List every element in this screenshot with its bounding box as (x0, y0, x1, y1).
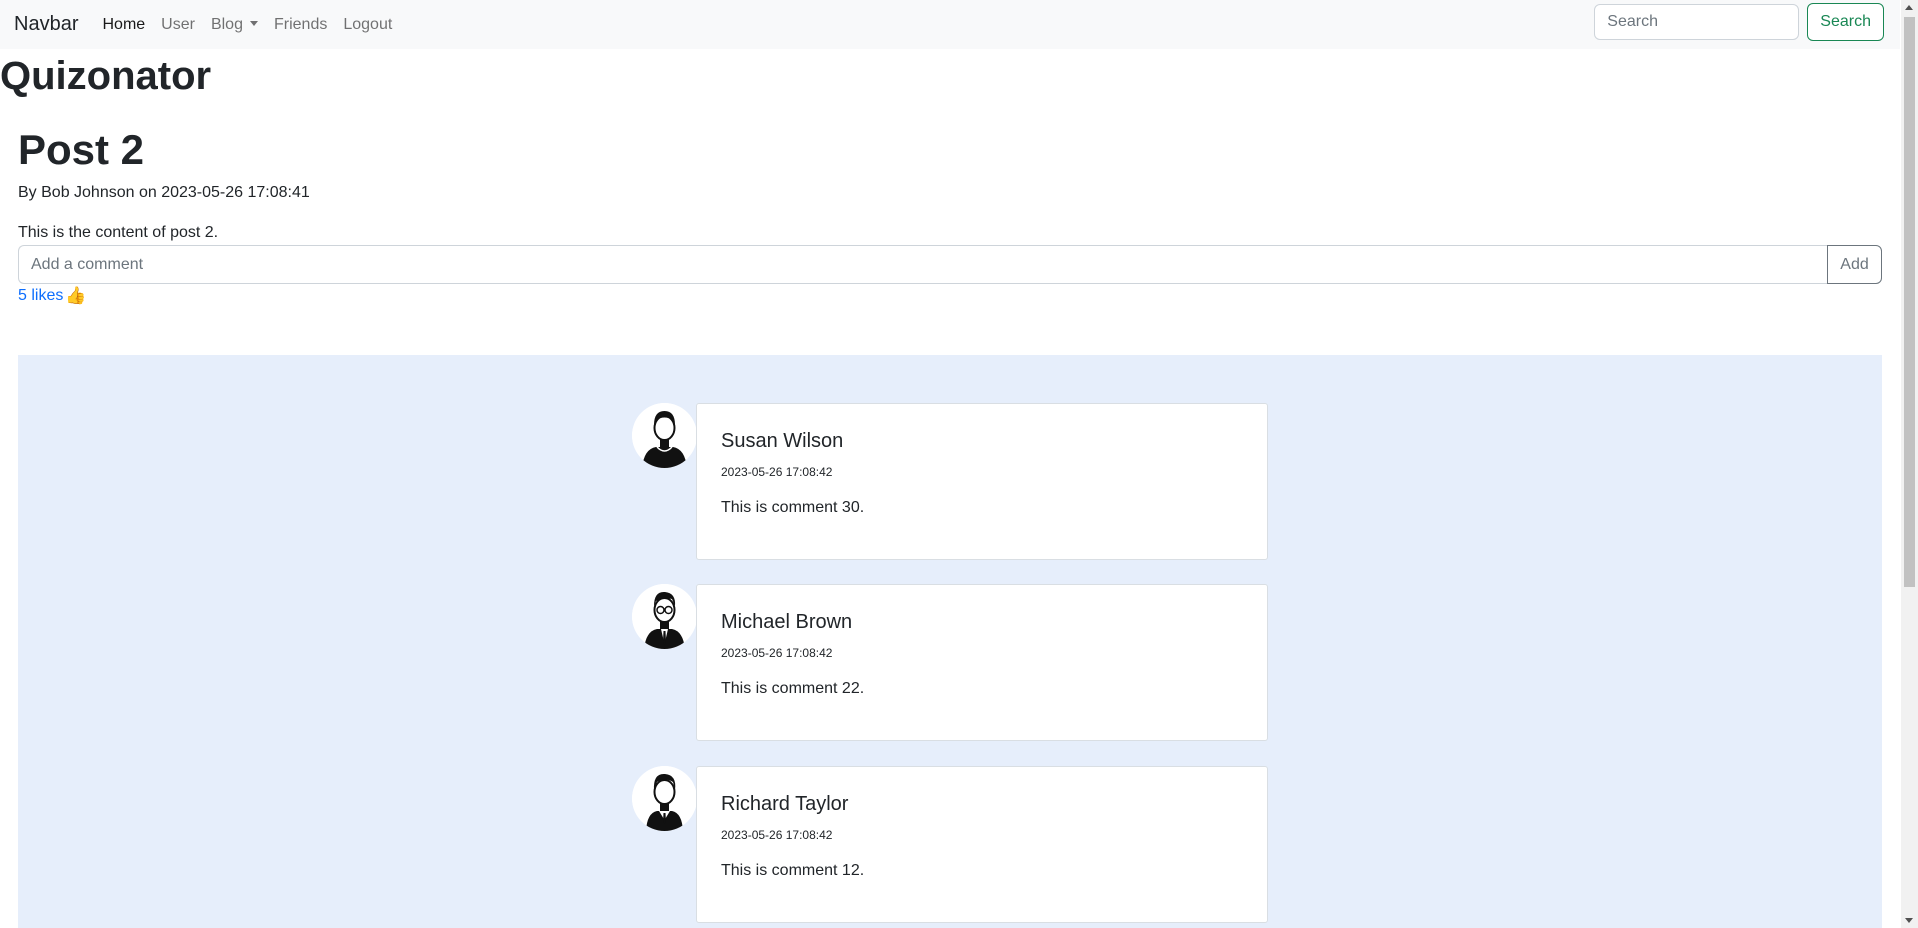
scroll-thumb[interactable] (1904, 17, 1915, 587)
nav-user[interactable]: User (161, 16, 195, 34)
likes-link[interactable]: 5 likes 👍 (18, 286, 87, 306)
comment-author: Michael Brown (721, 611, 853, 633)
post-content: This is the content of post 2. (18, 224, 219, 241)
comment-text: This is comment 30. (721, 499, 865, 516)
post-byline: By Bob Johnson on 2023-05-26 17:08:41 (18, 184, 310, 201)
add-comment-button[interactable]: Add (1827, 245, 1882, 284)
comment-date: 2023-05-26 17:08:42 (721, 646, 833, 660)
search-button[interactable]: Search (1807, 3, 1884, 41)
site-title: Quizonator (0, 54, 212, 98)
comment-text: This is comment 22. (721, 680, 865, 697)
comment-item: Susan Wilson 2023-05-26 17:08:42 This is… (632, 403, 1269, 560)
comment-author: Susan Wilson (721, 430, 844, 452)
add-comment-form: Add (18, 245, 1882, 284)
nav-blog-label: Blog (210, 15, 243, 33)
page-scrollbar[interactable] (1901, 0, 1918, 928)
scroll-down-icon[interactable] (1905, 918, 1913, 923)
likes-count: 5 likes (18, 287, 64, 304)
comments-section: Susan Wilson 2023-05-26 17:08:42 This is… (18, 355, 1882, 928)
search-form: Search (1594, 3, 1884, 41)
comment-date: 2023-05-26 17:08:42 (721, 828, 833, 842)
nav-logout[interactable]: Logout (343, 16, 392, 34)
comment-item: Richard Taylor 2023-05-26 17:08:42 This … (632, 766, 1269, 923)
comment-card: Susan Wilson 2023-05-26 17:08:42 This is… (696, 403, 1268, 560)
nav-blog-dropdown[interactable]: Blog (211, 16, 258, 34)
post-title: Post 2 (18, 126, 145, 173)
scroll-up-icon[interactable] (1905, 5, 1913, 10)
comment-card: Richard Taylor 2023-05-26 17:08:42 This … (696, 766, 1268, 923)
chevron-down-icon (249, 20, 258, 26)
comment-text: This is comment 12. (721, 862, 865, 879)
navbar: Navbar Home User Blog Friends Logout Sea… (0, 0, 1900, 49)
nav-friends[interactable]: Friends (274, 16, 327, 34)
man-vest-tie-avatar-icon (632, 766, 697, 831)
comment-date: 2023-05-26 17:08:42 (721, 465, 833, 479)
thumbs-up-icon: 👍 (65, 286, 87, 305)
comment-card: Michael Brown 2023-05-26 17:08:42 This i… (696, 584, 1268, 741)
comment-author: Richard Taylor (721, 793, 849, 815)
man-tshirt-avatar-icon (632, 403, 697, 468)
man-glasses-suit-avatar-icon (632, 584, 697, 649)
comment-item: Michael Brown 2023-05-26 17:08:42 This i… (632, 584, 1269, 741)
navbar-brand[interactable]: Navbar (14, 13, 78, 36)
comment-input[interactable] (18, 245, 1827, 284)
search-input[interactable] (1594, 4, 1800, 40)
nav-home[interactable]: Home (102, 16, 145, 34)
